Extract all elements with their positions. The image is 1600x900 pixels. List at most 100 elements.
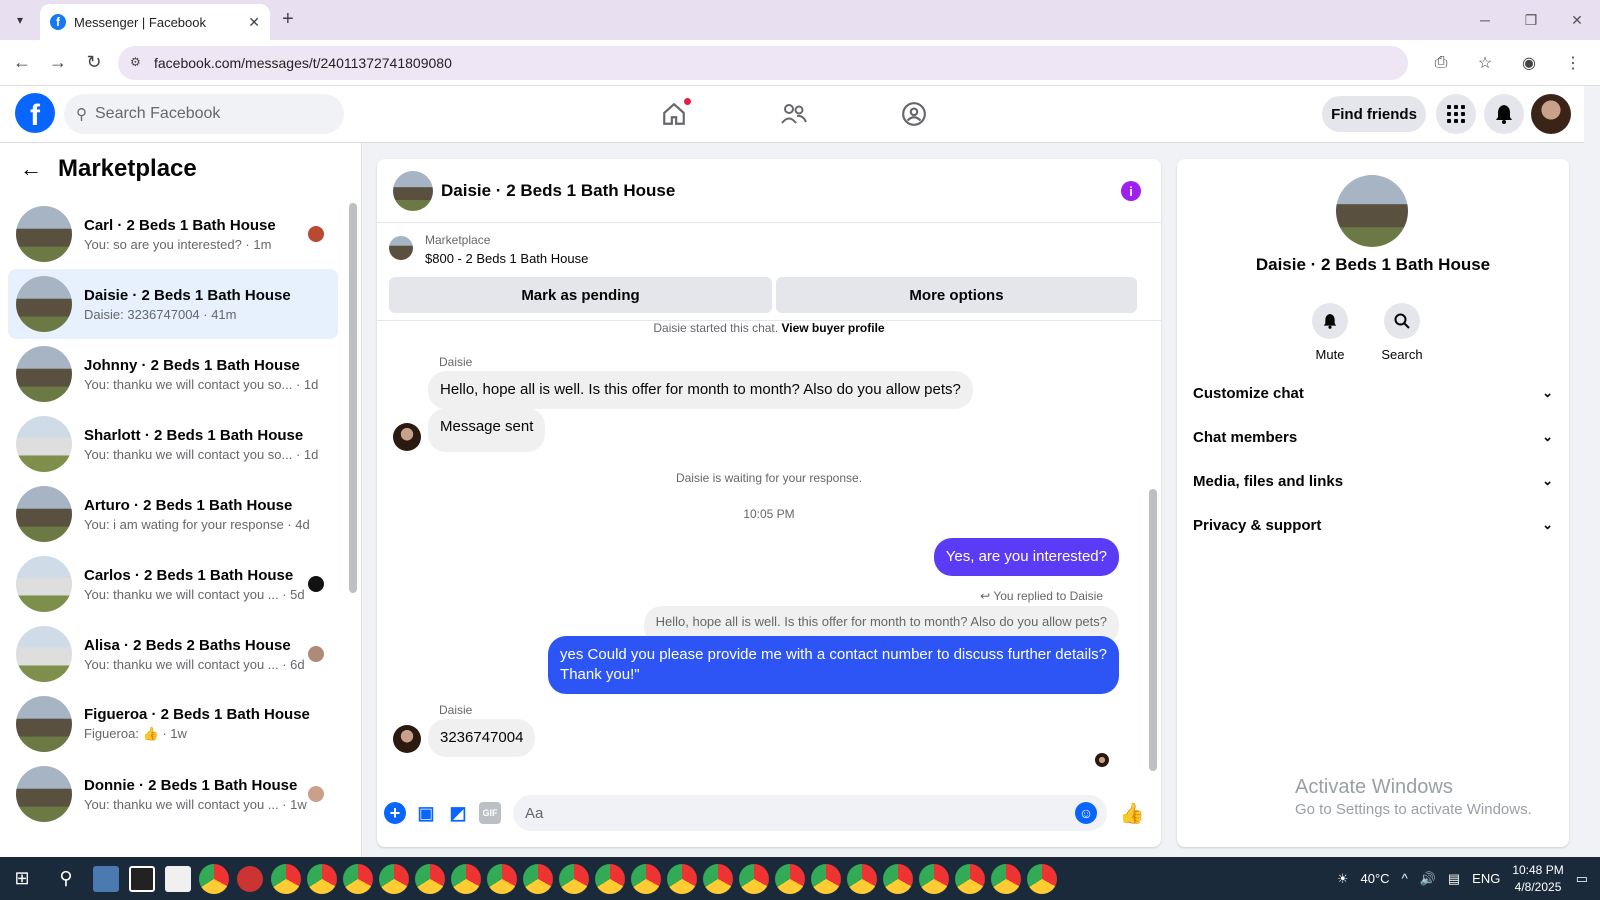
chrome-icon[interactable] (199, 863, 229, 894)
chrome-icon[interactable] (343, 863, 373, 894)
outgoing-message[interactable]: yes Could you please provide me with a c… (548, 636, 1119, 694)
site-info-icon[interactable]: ⚙ (130, 55, 141, 69)
gif-icon[interactable]: GIF (479, 802, 501, 824)
restore-icon[interactable]: ❐ (1508, 0, 1554, 40)
back-arrow-icon[interactable]: ← (4, 45, 40, 81)
app-icon[interactable] (129, 865, 155, 892)
notification-center-icon[interactable]: ▭ (1576, 871, 1588, 887)
chrome-icon[interactable] (775, 863, 805, 894)
chrome-icon[interactable] (451, 863, 481, 894)
menu-grid-icon[interactable] (1436, 94, 1476, 134)
facebook-logo-icon[interactable]: f (15, 93, 55, 133)
attach-photo-icon[interactable]: ▣ (415, 802, 437, 824)
mark-as-pending-button[interactable]: Mark as pending (389, 277, 772, 313)
back-arrow-icon[interactable]: ← (20, 156, 42, 182)
tab-list-chevron-icon[interactable]: ▾ (6, 6, 34, 34)
message-input[interactable]: Aa ☺ (513, 795, 1107, 831)
groups-icon[interactable] (894, 96, 934, 132)
chrome-icon[interactable] (883, 863, 913, 894)
url-input[interactable]: ⚙ facebook.com/messages/t/24011372741809… (118, 46, 1408, 80)
media-files-links-section[interactable]: Media, files and links ⌄ (1193, 461, 1553, 501)
sticker-icon[interactable]: ◩ (447, 802, 469, 824)
conversation-item[interactable]: Carlos · 2 Beds 1 Bath House You: thanku … (8, 549, 338, 619)
volume-icon[interactable]: 🔊 (1420, 871, 1436, 887)
chrome-icon[interactable] (703, 863, 733, 894)
customize-chat-section[interactable]: Customize chat ⌄ (1193, 373, 1553, 413)
new-tab-plus-icon[interactable]: + (282, 8, 294, 31)
chrome-icon[interactable] (595, 863, 625, 894)
conversation-item[interactable]: Figueroa · 2 Beds 1 Bath House Figueroa: … (8, 689, 338, 759)
sender-avatar[interactable] (393, 423, 421, 451)
clock[interactable]: 10:48 PM 4/8/2025 (1512, 862, 1563, 896)
listing-title[interactable]: $800 - 2 Beds 1 Bath House (425, 251, 588, 266)
privacy-support-section[interactable]: Privacy & support ⌄ (1193, 505, 1553, 545)
chat-scrollbar[interactable] (1149, 489, 1157, 771)
chrome-icon[interactable] (739, 863, 769, 894)
incoming-message[interactable]: Hello, hope all is well. Is this offer f… (428, 371, 973, 409)
menu-dots-icon[interactable]: ⋮ (1556, 46, 1590, 80)
chrome-icon[interactable] (415, 863, 445, 894)
find-friends-button[interactable]: Find friends (1322, 96, 1426, 132)
chrome-icon[interactable] (955, 863, 985, 894)
home-icon[interactable] (654, 96, 694, 132)
weather-icon[interactable]: ☀ (1337, 871, 1349, 887)
chrome-icon[interactable] (991, 863, 1021, 894)
emoji-icon[interactable]: ☺ (1075, 802, 1097, 824)
conversation-info-icon[interactable]: i (1121, 181, 1141, 201)
install-app-icon[interactable]: ⎙ (1424, 46, 1458, 80)
browser-tab[interactable]: f Messenger | Facebook ✕ (40, 4, 270, 40)
conversation-item[interactable]: Alisa · 2 Beds 2 Baths House You: thanku … (8, 619, 338, 689)
bookmark-star-icon[interactable]: ☆ (1468, 46, 1502, 80)
chrome-icon[interactable] (379, 863, 409, 894)
sidebar-scrollbar[interactable] (349, 203, 357, 593)
chrome-icon[interactable] (271, 863, 301, 894)
chat-members-section[interactable]: Chat members ⌄ (1193, 417, 1553, 457)
forward-arrow-icon[interactable]: → (40, 45, 76, 81)
search-in-chat-button[interactable]: Search (1372, 303, 1432, 362)
details-listing-thumbnail[interactable] (1336, 175, 1408, 247)
chrome-icon[interactable] (667, 863, 697, 894)
conversation-item[interactable]: Arturo · 2 Beds 1 Bath House You: i am wa… (8, 479, 338, 549)
chat-title[interactable]: Daisie · 2 Beds 1 Bath House (441, 181, 675, 201)
conversation-item[interactable]: Johnny · 2 Beds 1 Bath House You: thanku … (8, 339, 338, 409)
notifications-bell-icon[interactable] (1484, 94, 1524, 134)
conversation-item[interactable]: Sharlott · 2 Beds 1 Bath House You: thank… (8, 409, 338, 479)
chrome-icon[interactable] (559, 863, 589, 894)
facebook-search-input[interactable]: ⚲ Search Facebook (64, 94, 344, 134)
chrome-icon[interactable] (1027, 863, 1057, 894)
chrome-icon[interactable] (487, 863, 517, 894)
chrome-icon[interactable] (811, 863, 841, 894)
taskbar-search-icon[interactable]: ⚲ (44, 857, 88, 900)
tray-chevron-icon[interactable]: ^ (1402, 871, 1408, 886)
incoming-message[interactable]: Message sent (428, 408, 546, 452)
outgoing-message[interactable]: Yes, are you interested? (933, 538, 1119, 576)
reload-icon[interactable]: ↻ (76, 45, 112, 81)
conversation-item[interactable]: Carl · 2 Beds 1 Bath House You: so are yo… (8, 199, 338, 269)
close-tab-icon[interactable]: ✕ (248, 14, 260, 31)
sender-avatar[interactable] (393, 725, 421, 753)
thumbs-up-like-icon[interactable]: 👍 (1120, 802, 1145, 825)
file-explorer-icon[interactable] (93, 865, 119, 892)
chrome-icon[interactable] (523, 863, 553, 894)
chat-listing-thumbnail[interactable] (393, 170, 433, 211)
friends-icon[interactable] (774, 96, 814, 132)
windows-start-icon[interactable]: ⊞ (0, 857, 44, 900)
profile-icon[interactable]: ◉ (1512, 46, 1546, 80)
view-buyer-profile-link[interactable]: View buyer profile (781, 321, 884, 335)
close-window-icon[interactable]: ✕ (1554, 0, 1600, 40)
incoming-message[interactable]: 3236747004 (428, 719, 536, 757)
app-icon[interactable] (237, 865, 263, 892)
chrome-icon[interactable] (847, 863, 877, 894)
minimize-icon[interactable]: ─ (1462, 0, 1508, 40)
mute-button[interactable]: Mute (1300, 303, 1360, 362)
conversation-item-active[interactable]: Daisie · 2 Beds 1 Bath House Daisie: 3236… (8, 269, 338, 339)
store-icon[interactable] (165, 865, 191, 892)
more-actions-plus-icon[interactable]: + (384, 802, 406, 824)
account-avatar[interactable] (1531, 94, 1571, 134)
language-indicator[interactable]: ENG (1472, 871, 1500, 886)
chrome-icon[interactable] (631, 863, 661, 894)
chrome-icon[interactable] (919, 863, 949, 894)
network-icon[interactable]: ▤ (1448, 871, 1460, 887)
conversation-item[interactable]: Donnie · 2 Beds 1 Bath House You: thanku … (8, 759, 338, 829)
chrome-icon[interactable] (307, 863, 337, 894)
